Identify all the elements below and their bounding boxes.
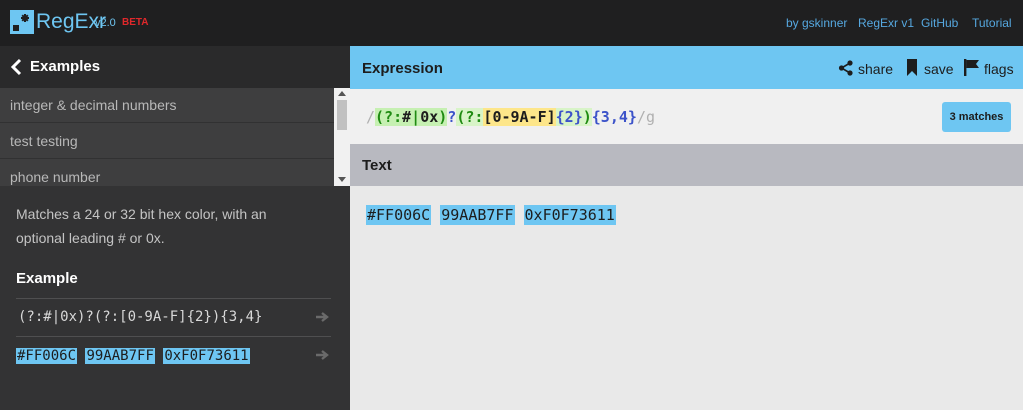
regex-literal: 0x (420, 108, 439, 126)
regex-group-open: (?: (456, 108, 484, 126)
regex-quantifier: {2} (555, 108, 583, 126)
regex-group-close: ) (582, 108, 592, 126)
app-version: v2.0 (95, 17, 116, 29)
match-highlight: 99AAB7FF (85, 348, 155, 364)
regex-group-close: ) (438, 108, 448, 126)
sidebar-header[interactable]: Examples (0, 46, 350, 88)
scrollbar-thumb[interactable] (337, 100, 347, 130)
divider (16, 298, 331, 299)
expression-input[interactable]: /(?:#|0x)?(?:[0-9A-F]{2}){3,4}/g (366, 108, 655, 126)
match-highlight: #FF006C (366, 205, 432, 225)
sidebar-title: Examples (30, 58, 101, 75)
list-item[interactable]: integer & decimal numbers (0, 88, 334, 123)
text-input-area[interactable]: #FF006C 99AAB7FF 0xF0F73611 (350, 186, 1023, 410)
matches-badge[interactable]: 3 matches (942, 102, 1011, 132)
scroll-up-icon[interactable] (338, 91, 346, 96)
list-item[interactable]: phone number (0, 160, 334, 186)
regex-group-open: (?: (375, 108, 403, 126)
text-input[interactable]: #FF006C 99AAB7FF 0xF0F73611 (366, 205, 616, 225)
text-header: Text (350, 144, 1023, 186)
arrow-right-icon[interactable] (316, 312, 330, 322)
expression-input-area[interactable]: /(?:#|0x)?(?:[0-9A-F]{2}){3,4}/g 3 match… (350, 89, 1023, 144)
chevron-left-icon[interactable] (10, 58, 24, 76)
share-button[interactable]: share (838, 59, 894, 77)
save-label: save (924, 61, 954, 77)
expression-title: Expression (362, 60, 443, 77)
top-bar: RegExr v2.0 BETA by gskinner RegExr v1 G… (0, 0, 1023, 46)
regex-delimiter: / (636, 108, 646, 126)
share-icon (838, 60, 853, 76)
regex-range: A-F (519, 108, 547, 126)
sidebar: Examples integer & decimal numbers test … (0, 46, 350, 410)
regex-delimiter: / (366, 108, 376, 126)
flags-label: flags (984, 61, 1014, 77)
regex-quantifier: ? (447, 108, 457, 126)
divider (16, 336, 331, 337)
example-expression[interactable]: (?:#|0x)?(?:[0-9A-F]{2}){3,4} (18, 309, 262, 326)
bookmark-icon (907, 59, 917, 76)
example-heading: Example (16, 270, 78, 287)
regex-literal: # (402, 108, 412, 126)
github-link[interactable]: GitHub (921, 16, 958, 30)
text-title: Text (362, 157, 392, 174)
flags-button[interactable]: flags (964, 59, 1014, 77)
flag-icon (964, 59, 979, 76)
list-scrollbar[interactable] (334, 88, 350, 186)
regex-set-close: ] (546, 108, 556, 126)
beta-badge: BETA (122, 17, 149, 28)
regex-alternation: | (411, 108, 421, 126)
regex-quantifier: {3,4} (591, 108, 637, 126)
share-label: share (858, 61, 894, 77)
example-description: Matches a 24 or 32 bit hex color, with a… (16, 206, 267, 246)
scroll-down-icon[interactable] (338, 177, 346, 182)
example-text[interactable]: #FF006C 99AAB7FF 0xF0F73611 (16, 346, 250, 366)
match-highlight: 0xF0F73611 (523, 205, 616, 225)
match-highlight: 0xF0F73611 (163, 348, 250, 364)
list-item[interactable]: test testing (0, 124, 334, 159)
match-highlight: 99AAB7FF (440, 205, 515, 225)
arrow-right-icon[interactable] (316, 350, 330, 360)
regex-range: 0-9 (492, 108, 520, 126)
logo-icon (10, 10, 34, 34)
by-gskinner-link[interactable]: by gskinner (786, 16, 847, 30)
tutorial-link[interactable]: Tutorial (972, 16, 1012, 30)
regex-flag[interactable]: g (646, 108, 655, 126)
save-button[interactable]: save (906, 59, 954, 77)
regexr-v1-link[interactable]: RegExr v1 (858, 16, 914, 30)
match-highlight: #FF006C (16, 348, 78, 364)
expression-header: Expression share save flags (350, 46, 1023, 89)
examples-list: integer & decimal numbers test testing p… (0, 88, 334, 186)
